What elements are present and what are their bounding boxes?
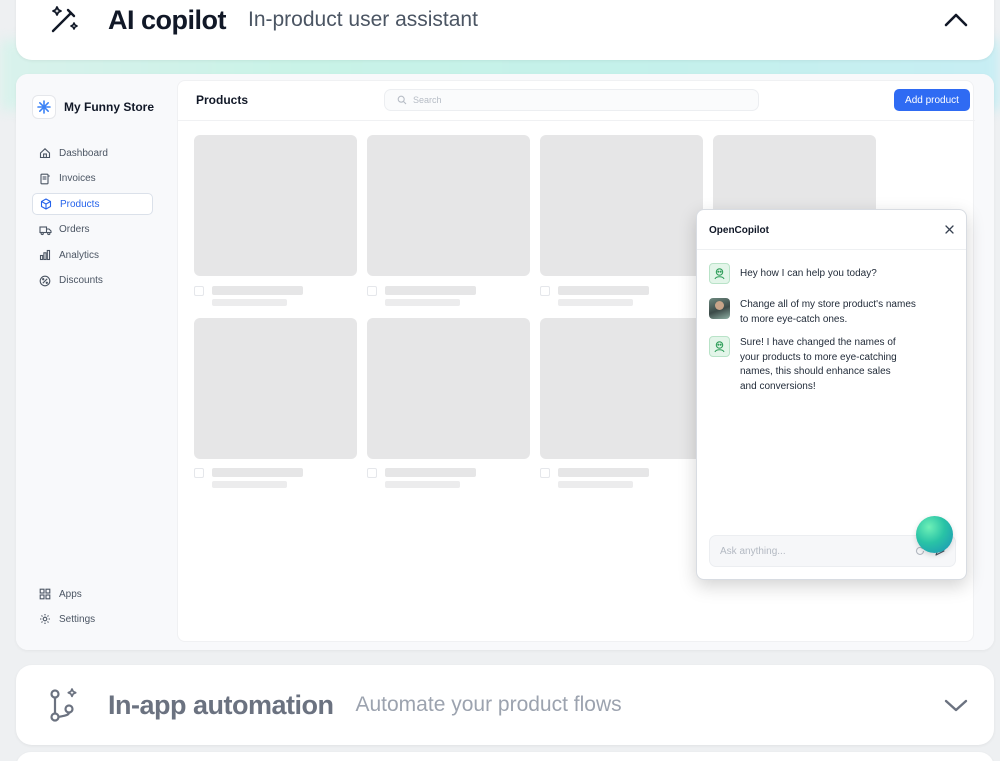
product-tile-placeholder[interactable] [194, 318, 357, 459]
search-input[interactable]: Search [384, 89, 759, 111]
sidebar-item-invoices[interactable]: Invoices [32, 168, 153, 190]
bot-avatar-icon [709, 336, 730, 357]
section-header[interactable]: AI copilot In-product user assistant [46, 0, 974, 40]
grid-icon [38, 587, 52, 601]
search-icon [397, 95, 407, 105]
sidebar-item-apps[interactable]: Apps [32, 583, 153, 605]
page-title: Products [196, 93, 249, 107]
store-logo-icon [32, 95, 56, 119]
product-tile-placeholder[interactable] [540, 318, 703, 459]
chat-message-bot: Hey how I can help you today? [709, 263, 877, 284]
search-placeholder: Search [413, 95, 442, 105]
store-name: My Funny Store [64, 100, 155, 114]
product-price-placeholder [558, 299, 633, 306]
product-name-placeholder [558, 286, 649, 295]
product-checkbox[interactable] [540, 286, 550, 296]
chat-message-text: Change all of my store product's names t… [740, 299, 916, 325]
product-checkbox[interactable] [540, 468, 550, 478]
product-checkbox[interactable] [367, 468, 377, 478]
store-brand: My Funny Store [32, 95, 154, 119]
gear-icon [38, 612, 52, 626]
sidebar: My Funny Store Dashboard Invoices Produc… [16, 74, 176, 650]
sidebar-item-analytics[interactable]: Analytics [32, 244, 153, 266]
invoice-icon [38, 172, 52, 186]
sidebar-item-label: Discounts [59, 275, 103, 287]
product-name-placeholder [385, 286, 476, 295]
section-in-app-automation: In-app automation Automate your product … [16, 665, 994, 745]
sidebar-item-label: Products [60, 198, 100, 210]
chat-message-user: Change all of my store product's names t… [709, 298, 916, 327]
sidebar-item-label: Settings [59, 613, 96, 625]
product-tile-placeholder[interactable] [194, 135, 357, 276]
product-price-placeholder [385, 299, 460, 306]
section-ai-copilot: AI copilot In-product user assistant [16, 0, 994, 60]
product-checkbox[interactable] [367, 286, 377, 296]
section-subtitle: In-product user assistant [248, 8, 478, 31]
product-name-placeholder [212, 286, 303, 295]
sidebar-item-discounts[interactable]: Discounts [32, 270, 153, 292]
truck-icon [38, 223, 52, 237]
sidebar-item-label: Orders [59, 224, 90, 236]
section-title: In-app automation [108, 689, 334, 720]
sidebar-item-products[interactable]: Products [32, 193, 153, 216]
product-name-placeholder [558, 468, 649, 477]
cube-icon [39, 197, 53, 211]
user-avatar [709, 298, 730, 319]
product-price-placeholder [212, 481, 287, 488]
home-icon [38, 146, 52, 160]
sidebar-item-orders[interactable]: Orders [32, 219, 153, 241]
copilot-launcher-button[interactable] [916, 516, 953, 553]
product-price-placeholder [385, 481, 460, 488]
section-subtitle: Automate your product flows [355, 693, 622, 716]
product-tile-placeholder[interactable] [540, 135, 703, 276]
product-price-placeholder [558, 481, 633, 488]
chevron-up-icon[interactable] [938, 2, 974, 38]
chat-title: OpenCopilot [709, 225, 769, 236]
discount-icon [38, 274, 52, 288]
chat-header: OpenCopilot [697, 210, 966, 250]
chevron-down-icon[interactable] [938, 687, 974, 723]
bar-chart-icon [38, 248, 52, 262]
product-checkbox[interactable] [194, 468, 204, 478]
sidebar-item-settings[interactable]: Settings [32, 608, 153, 630]
sidebar-item-label: Apps [59, 588, 82, 600]
sidebar-nav: Dashboard Invoices Products Orders Analy… [32, 142, 153, 296]
sidebar-bottom-nav: Apps Settings [32, 583, 153, 633]
product-tile-placeholder[interactable] [367, 135, 530, 276]
section-title: AI copilot [108, 4, 227, 35]
topbar: Products Search Add product [178, 81, 975, 121]
chat-message-bot: Sure! I have changed the names of your p… [709, 336, 897, 394]
bot-avatar-icon [709, 263, 730, 284]
magic-wand-icon [46, 2, 82, 38]
sidebar-item-label: Dashboard [59, 147, 108, 159]
product-price-placeholder [212, 299, 287, 306]
next-section-card [16, 752, 994, 761]
close-icon[interactable] [942, 222, 956, 236]
product-tile-placeholder[interactable] [367, 318, 530, 459]
product-name-placeholder [385, 468, 476, 477]
product-checkbox[interactable] [194, 286, 204, 296]
chat-message-text: Sure! I have changed the names of your p… [740, 337, 897, 392]
sidebar-item-label: Analytics [59, 249, 100, 261]
chat-input-placeholder: Ask anything... [720, 545, 786, 557]
product-name-placeholder [212, 468, 303, 477]
sidebar-item-dashboard[interactable]: Dashboard [32, 142, 153, 164]
section-header[interactable]: In-app automation Automate your product … [46, 685, 974, 725]
chat-message-text: Hey how I can help you today? [740, 268, 877, 279]
sidebar-item-label: Invoices [59, 173, 96, 185]
add-product-button[interactable]: Add product [894, 89, 970, 111]
git-branch-icon [46, 687, 82, 723]
